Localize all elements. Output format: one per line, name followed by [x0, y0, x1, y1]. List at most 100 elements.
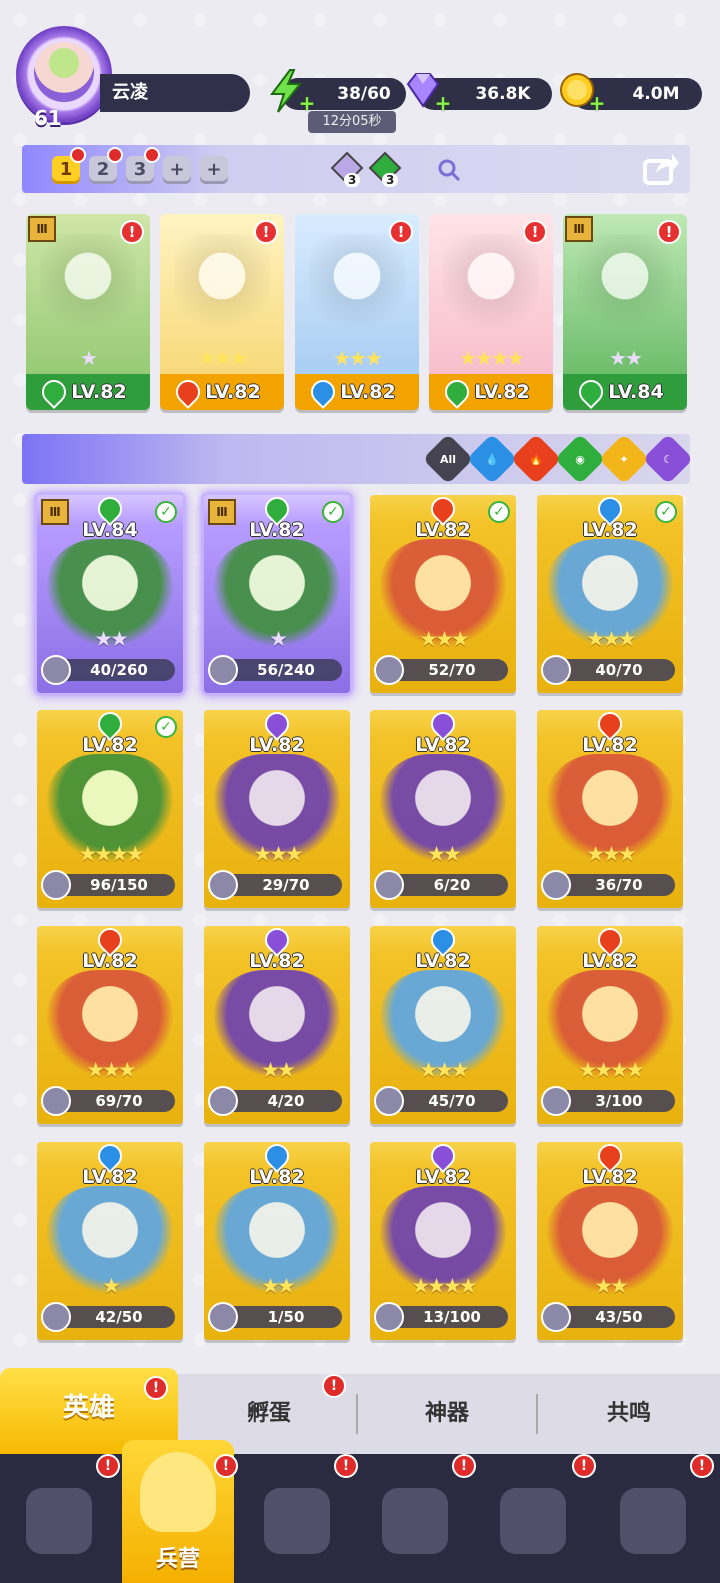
hero-category-tabs: 英雄 ! 孵蛋 ! 神器 共鸣 — [0, 1368, 720, 1456]
shard-icon — [541, 1302, 571, 1332]
hero-card[interactable]: LV.82 ★★★ 45/70 — [370, 926, 516, 1124]
hero-level-label: LV.82 — [71, 381, 127, 403]
star-rating: ★★★★ — [78, 842, 144, 866]
hero-level: LV.82 — [249, 734, 305, 756]
notification-dot: ! — [572, 1454, 596, 1478]
hero-portrait — [174, 234, 270, 354]
hero-card[interactable]: LV.82 Ⅲ ✓ ★ 56/240 — [204, 495, 350, 693]
team-tab-add-1[interactable]: + — [163, 156, 191, 184]
tab-artifacts[interactable]: 神器 — [358, 1374, 536, 1454]
hero-level: LV.82 — [295, 374, 419, 410]
team-hero-card[interactable]: Ⅲ! ★ LV.82 — [26, 214, 150, 410]
hero-card[interactable]: LV.82 ★★ 4/20 — [204, 926, 350, 1124]
tier-badge: Ⅲ — [208, 499, 236, 525]
nav-arena[interactable] — [608, 1472, 698, 1572]
notification-dot: ! — [322, 1374, 346, 1398]
team-selector-bar: 1 2 3 + + 3 3 — [22, 145, 690, 193]
hero-level: LV.82 — [82, 734, 138, 756]
alert-icon: ! — [657, 220, 681, 244]
nav-cards[interactable] — [14, 1472, 104, 1572]
tab-resonance[interactable]: 共鸣 — [538, 1374, 720, 1454]
arena-icon — [620, 1488, 686, 1554]
shard-icon — [541, 1086, 571, 1116]
hero-card[interactable]: LV.84 Ⅲ ✓ ★★ 40/260 — [37, 495, 183, 693]
shard-icon — [541, 655, 571, 685]
hero-card[interactable]: LV.82 ★★★★ 3/100 — [537, 926, 683, 1124]
hero-level: LV.82 — [26, 374, 150, 410]
in-team-check-icon: ✓ — [488, 501, 510, 523]
team-hero-card[interactable]: Ⅲ! ★★ LV.84 — [563, 214, 687, 410]
hero-card[interactable]: LV.82 ✓ ★★★ 52/70 — [370, 495, 516, 693]
filter-fire-button[interactable]: 🔥 — [510, 433, 562, 485]
fire-icon: 🔥 — [529, 452, 543, 466]
plus-icon: + — [298, 91, 316, 115]
shard-progress-value: 29/70 — [262, 876, 310, 894]
shard-progress-value: 69/70 — [95, 1092, 143, 1110]
hero-card[interactable]: LV.82 ★★★ 29/70 — [204, 710, 350, 908]
hero-card[interactable]: LV.82 ✓ ★★★★ 96/150 — [37, 710, 183, 908]
hero-card[interactable]: LV.82 ✓ ★★★ 40/70 — [537, 495, 683, 693]
hero-card[interactable]: LV.82 ★★ 1/50 — [204, 1142, 350, 1340]
team-hero-card[interactable]: ! ★★★★ LV.82 — [429, 214, 553, 410]
hero-card[interactable]: LV.82 ★ 42/50 — [37, 1142, 183, 1340]
notification-dot: ! — [334, 1454, 358, 1478]
water-element-icon — [306, 375, 340, 409]
team-hero-card[interactable]: ! ★★★ LV.82 — [160, 214, 284, 410]
hero-level: LV.82 — [582, 519, 638, 541]
team-tab-add-2[interactable]: + — [200, 156, 228, 184]
alert-icon: ! — [120, 220, 144, 244]
stamina-counter[interactable]: + 38/60 — [270, 69, 406, 115]
nav-map[interactable] — [252, 1472, 342, 1572]
shard-progress: 56/240 — [208, 655, 342, 685]
notification-dot: ! — [452, 1454, 476, 1478]
gold-counter[interactable]: + 4.0M — [560, 73, 702, 113]
hero-card[interactable]: LV.82 ★★ 43/50 — [537, 1142, 683, 1340]
filter-light-button[interactable]: ✦ — [598, 433, 650, 485]
hero-level-label: LV.82 — [340, 381, 396, 403]
hero-portrait — [309, 234, 405, 354]
star-rating: ★★★★ — [411, 1274, 477, 1298]
shard-progress: 3/100 — [541, 1086, 675, 1116]
hero-level: LV.82 — [160, 374, 284, 410]
shard-icon — [41, 1086, 71, 1116]
shard-progress: 13/100 — [374, 1302, 508, 1332]
hero-card[interactable]: LV.82 ★★★ 69/70 — [37, 926, 183, 1124]
hero-portrait — [40, 234, 136, 354]
hero-level: LV.82 — [582, 950, 638, 972]
gem-value: 36.8K — [475, 84, 531, 104]
star-rating: ★★★ — [86, 1058, 136, 1082]
hero-level: LV.82 — [582, 1166, 638, 1188]
shard-progress-value: 4/20 — [267, 1092, 305, 1110]
filter-all-button[interactable]: All — [422, 433, 474, 485]
hero-card[interactable]: LV.82 ★★★★ 13/100 — [370, 1142, 516, 1340]
team-hero-card[interactable]: ! ★★★ LV.82 — [295, 214, 419, 410]
sparkle-icon: ✦ — [619, 452, 629, 466]
nav-guild[interactable] — [488, 1472, 578, 1572]
star-rating: ★★ — [609, 346, 643, 370]
filter-water-button[interactable]: 💧 — [466, 433, 518, 485]
shard-progress: 40/70 — [541, 655, 675, 685]
player-level: 61 — [34, 106, 62, 130]
shard-progress-value: 1/50 — [267, 1308, 305, 1326]
nav-shop[interactable] — [370, 1472, 460, 1572]
hero-level: LV.82 — [82, 950, 138, 972]
hero-level: LV.82 — [249, 1166, 305, 1188]
star-rating: ★★ — [261, 1274, 296, 1298]
shop-icon — [382, 1488, 448, 1554]
alert-icon: ! — [254, 220, 278, 244]
shard-progress: 36/70 — [541, 870, 675, 900]
shard-progress: 29/70 — [208, 870, 342, 900]
search-icon[interactable] — [436, 157, 462, 183]
hero-card[interactable]: LV.82 ★★ 6/20 — [370, 710, 516, 908]
gem-counter[interactable]: + 36.8K — [406, 73, 552, 113]
nav-barracks-label: 兵营 — [155, 1547, 200, 1572]
notification-dot: ! — [214, 1454, 238, 1478]
leaf-icon: ◉ — [575, 452, 585, 466]
shard-progress-value: 52/70 — [428, 661, 476, 679]
filter-nature-button[interactable]: ◉ — [554, 433, 606, 485]
player-name: 云凌 — [100, 74, 250, 112]
filter-dark-button[interactable]: ☾ — [642, 433, 694, 485]
hero-card[interactable]: LV.82 ★★★ 36/70 — [537, 710, 683, 908]
share-icon[interactable] — [642, 151, 680, 187]
hero-level: LV.84 — [563, 374, 687, 410]
